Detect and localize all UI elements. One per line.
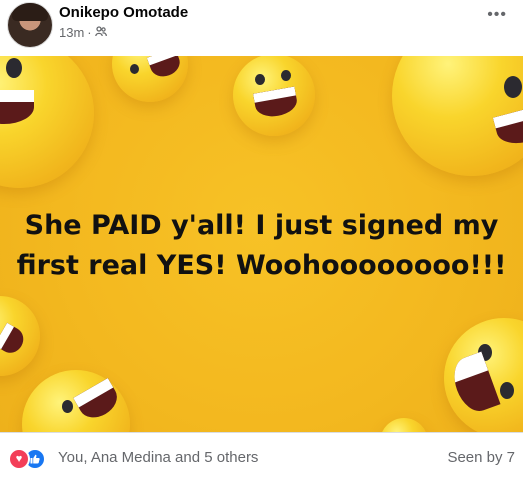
post-text: She PAID y'all! I just signed my first r… [0, 206, 523, 286]
laughing-emoji-icon [380, 418, 428, 432]
friends-icon[interactable] [94, 25, 107, 40]
author-name[interactable]: Onikepo Omotade [59, 4, 188, 21]
post-footer: ♥ You, Ana Medina and 5 others Seen by 7 [0, 433, 523, 481]
author-avatar[interactable] [7, 2, 53, 48]
post-meta: 13m · [59, 25, 107, 40]
laughing-emoji-icon [0, 296, 40, 376]
laughing-emoji-icon [112, 56, 188, 102]
seen-count[interactable]: Seen by 7 [447, 449, 515, 466]
laughing-emoji-icon [22, 370, 130, 432]
reaction-icons[interactable]: ♥ [8, 448, 50, 470]
laughing-emoji-icon [392, 56, 523, 176]
laughing-emoji-icon [233, 56, 315, 136]
post-text-line-1: She PAID y'all! I just signed my [24, 210, 499, 241]
post-header: Onikepo Omotade 13m · ••• [0, 0, 523, 56]
laughing-emoji-icon [0, 56, 94, 188]
heart-icon: ♥ [8, 448, 30, 470]
post-image[interactable]: She PAID y'all! I just signed my first r… [0, 56, 523, 432]
post-time[interactable]: 13m [59, 25, 84, 40]
more-options-button[interactable]: ••• [487, 6, 507, 24]
post-text-line-2: first real YES! Woohoooooooo!!! [16, 250, 507, 281]
reactions-summary[interactable]: You, Ana Medina and 5 others [58, 449, 258, 466]
laughing-emoji-icon [444, 318, 523, 432]
meta-separator: · [87, 25, 92, 40]
